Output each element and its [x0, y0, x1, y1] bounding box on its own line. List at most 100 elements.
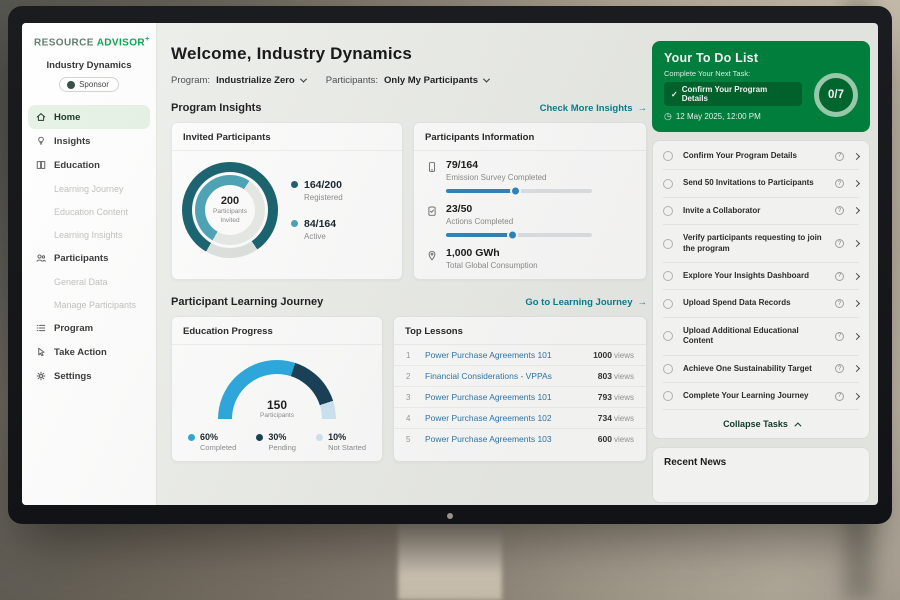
app-logo[interactable]: RESOURCE ADVISOR+ [22, 23, 156, 48]
go-to-learning-journey-link[interactable]: Go to Learning Journey → [525, 297, 647, 308]
sidebar-item-label: Manage Participants [54, 300, 136, 310]
lesson-row: 4 Power Purchase Agreements 102 734views [394, 408, 646, 429]
info-icon[interactable]: ? [835, 206, 844, 215]
logo-secondary: ADVISOR [97, 37, 145, 48]
info-icon[interactable]: ? [835, 239, 844, 248]
sidebar-item-education[interactable]: Education [28, 153, 150, 177]
todo-task-list: Confirm Your Program Details ? Send 50 I… [652, 140, 870, 439]
checkbox-icon[interactable] [663, 151, 673, 161]
card-title: Education Progress [172, 317, 382, 345]
todo-task-row[interactable]: Invite a Collaborator ? [663, 198, 859, 225]
info-icon[interactable]: ? [835, 152, 844, 161]
chevron-right-icon[interactable] [853, 240, 860, 247]
checkbox-icon[interactable] [663, 391, 673, 401]
sidebar-item-general-data[interactable]: General Data [28, 270, 150, 293]
chevron-right-icon[interactable] [853, 365, 860, 372]
lesson-link[interactable]: Power Purchase Agreements 101 [425, 392, 592, 402]
legend-value: 60% [200, 432, 236, 442]
monitor-frame: RESOURCE ADVISOR+ Industry Dynamics Spon… [8, 6, 892, 524]
checkbox-icon[interactable] [663, 239, 673, 249]
sidebar-item-insights[interactable]: Insights [28, 129, 150, 153]
check-more-insights-link[interactable]: Check More Insights → [540, 103, 647, 114]
legend-dot-completed [188, 434, 195, 441]
sidebar-item-label: Insights [54, 136, 90, 147]
donut-center-value: 200 [221, 195, 239, 207]
chevron-right-icon[interactable] [853, 393, 860, 400]
sponsor-label: Sponsor [79, 80, 109, 89]
checkbox-icon[interactable] [663, 299, 673, 309]
page-title: Welcome, Industry Dynamics [171, 44, 647, 64]
sidebar-item-learning-insights[interactable]: Learning Insights [28, 223, 150, 246]
lesson-link[interactable]: Power Purchase Agreements 101 [425, 350, 587, 360]
checkbox-icon[interactable] [663, 364, 673, 374]
lesson-link[interactable]: Financial Considerations - VPPAs [425, 371, 592, 381]
sidebar-item-participants[interactable]: Participants [28, 246, 150, 270]
task-label: Confirm Your Program Details [683, 151, 830, 161]
sidebar-item-education-content[interactable]: Education Content [28, 200, 150, 223]
gauge-center-value: 150 [218, 399, 336, 411]
lesson-link[interactable]: Power Purchase Agreements 102 [425, 413, 592, 423]
info-icon[interactable]: ? [835, 299, 844, 308]
actions-progress-bar [446, 233, 592, 237]
program-filter[interactable]: Program: Industrialize Zero [171, 75, 306, 86]
lesson-views: 803views [598, 371, 634, 381]
sidebar-item-learning-journey[interactable]: Learning Journey [28, 177, 150, 200]
chevron-right-icon[interactable] [853, 300, 860, 307]
collapse-tasks-link[interactable]: Collapse Tasks [663, 410, 859, 434]
info-label: Emission Survey Completed [446, 173, 546, 182]
home-icon [35, 111, 47, 123]
chevron-right-icon[interactable] [853, 207, 860, 214]
org-name: Industry Dynamics [22, 60, 156, 71]
lesson-link[interactable]: Power Purchase Agreements 103 [425, 434, 592, 444]
monitor-led [447, 513, 453, 519]
sidebar-item-label: Home [54, 112, 80, 123]
lesson-row: 5 Power Purchase Agreements 103 600views [394, 429, 646, 449]
chevron-right-icon[interactable] [853, 180, 860, 187]
todo-task-row[interactable]: Send 50 Invitations to Participants ? [663, 170, 859, 197]
recent-news-card: Recent News [652, 447, 870, 503]
sidebar-item-label: Settings [54, 371, 91, 382]
chevron-right-icon[interactable] [853, 153, 860, 160]
info-icon[interactable]: ? [835, 179, 844, 188]
checkbox-icon[interactable] [663, 271, 673, 281]
lesson-row: 2 Financial Considerations - VPPAs 803vi… [394, 366, 646, 387]
task-label: Complete Your Learning Journey [683, 391, 830, 401]
next-task-pill[interactable]: ✓ Confirm Your Program Details [664, 82, 802, 106]
chevron-right-icon[interactable] [853, 273, 860, 280]
sidebar-item-home[interactable]: Home [28, 105, 150, 129]
sponsor-badge[interactable]: Sponsor [59, 77, 119, 92]
todo-task-row[interactable]: Verify participants requesting to join t… [663, 225, 859, 263]
gauge-legend: 60% Completed 30% Pending [172, 419, 382, 452]
legend-item: 60% Completed [188, 432, 236, 452]
checkbox-icon[interactable] [663, 206, 673, 216]
todo-task-row[interactable]: Complete Your Learning Journey ? [663, 383, 859, 410]
checkbox-icon[interactable] [663, 331, 673, 341]
program-filter-label: Program: [171, 75, 210, 86]
sidebar-item-program[interactable]: Program [28, 316, 150, 340]
sidebar-item-settings[interactable]: Settings [28, 364, 150, 388]
legend-value: 10% [328, 432, 366, 442]
program-filter-value: Industrialize Zero [216, 75, 295, 86]
sidebar-item-label: Learning Insights [54, 230, 123, 240]
section-title: Program Insights [171, 102, 261, 114]
info-icon[interactable]: ? [835, 364, 844, 373]
lesson-views: 600views [598, 434, 634, 444]
people-icon [35, 252, 47, 264]
sidebar-item-manage-participants[interactable]: Manage Participants [28, 293, 150, 316]
todo-task-row[interactable]: Upload Spend Data Records ? [663, 290, 859, 317]
gauge-center-label: Participants [218, 412, 336, 419]
todo-task-row[interactable]: Upload Additional Educational Content ? [663, 318, 859, 356]
info-icon[interactable]: ? [835, 332, 844, 341]
info-icon[interactable]: ? [835, 392, 844, 401]
chevron-right-icon[interactable] [853, 333, 860, 340]
learning-journey-cards: Education Progress 150 Participants 60% [171, 316, 647, 462]
todo-task-row[interactable]: Explore Your Insights Dashboard ? [663, 263, 859, 290]
sidebar-item-take-action[interactable]: Take Action [28, 340, 150, 364]
participants-filter[interactable]: Participants: Only My Participants [326, 75, 489, 86]
meter-icon [426, 159, 438, 173]
todo-task-row[interactable]: Confirm Your Program Details ? [663, 143, 859, 170]
card-title: Invited Participants [172, 123, 402, 151]
checkbox-icon[interactable] [663, 179, 673, 189]
todo-task-row[interactable]: Achieve One Sustainability Target ? [663, 356, 859, 383]
info-icon[interactable]: ? [835, 272, 844, 281]
